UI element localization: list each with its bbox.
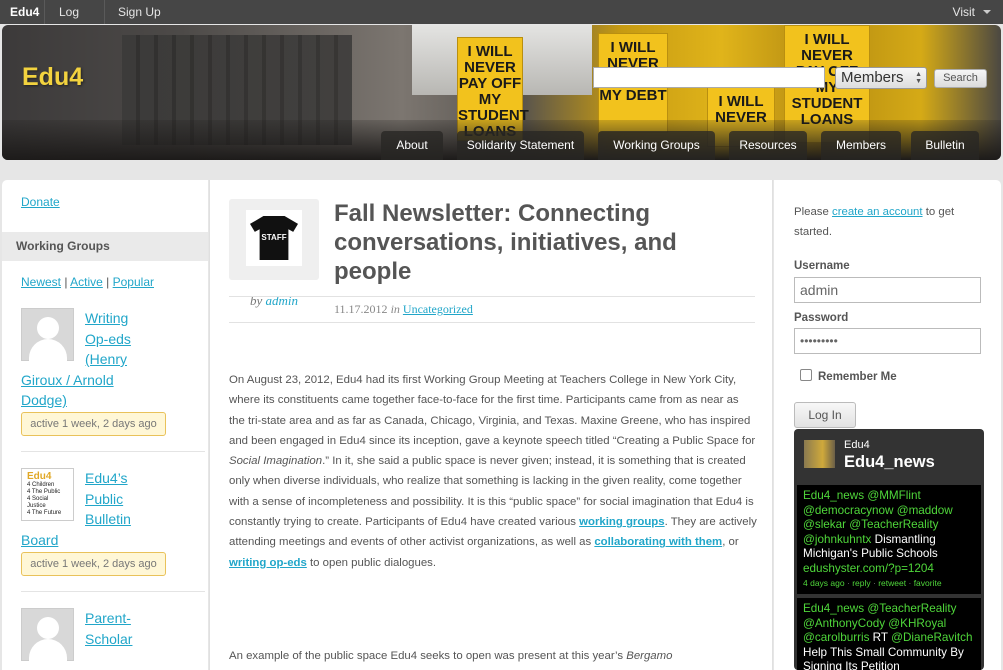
signup-link[interactable]: Sign Up <box>108 0 171 24</box>
post-text: On August 23, 2012, Edu4 had its first W… <box>229 374 755 447</box>
select-arrows-icon: ▲▼ <box>915 71 922 85</box>
nav-working-groups[interactable]: Working Groups <box>598 131 715 160</box>
twitter-widget: Edu4 Edu4_news Edu4_news @MMFlint @democ… <box>794 429 984 670</box>
visit-menu[interactable]: Visit <box>943 0 985 24</box>
password-label: Password <box>794 312 848 324</box>
tweet-favorite[interactable]: favorite <box>914 578 942 588</box>
admin-bar: Edu4 Log In Sign Up Visit <box>0 0 1003 24</box>
tweet-text: Help This Small Community By Signing Its… <box>803 646 964 670</box>
nav-resources[interactable]: Resources <box>729 131 807 160</box>
twitter-user: Edu4 <box>844 439 870 451</box>
divider <box>21 451 205 452</box>
group-title-line: Board <box>21 530 171 551</box>
post-date: 11.17.2012 <box>334 302 388 316</box>
group-filter: Newest | Active | Popular <box>21 275 154 289</box>
nav-bulletin[interactable]: Bulletin <box>911 131 979 160</box>
author-avatar[interactable]: STAFF <box>246 210 302 266</box>
group-title-line: Edu4’s <box>21 468 171 489</box>
group-title-link[interactable]: Edu4’s Public Bulletin Board <box>21 468 171 550</box>
group-title-line: Bulletin <box>21 509 171 530</box>
intro-text: Please <box>794 206 832 218</box>
login-button[interactable]: Log In <box>794 402 856 428</box>
group-title-link[interactable]: Writing Op-eds (Henry Giroux / Arnold Do… <box>21 308 171 411</box>
post-text: An example of the public space Edu4 seek… <box>229 650 626 662</box>
post-text-emphasis: Bergamo <box>626 650 672 662</box>
donate-link[interactable]: Donate <box>21 195 60 209</box>
right-sidebar: Please create an account to get started.… <box>774 180 1001 670</box>
admin-bar-brand[interactable]: Edu4 <box>0 0 49 24</box>
login-link[interactable]: Log In <box>44 0 105 24</box>
group-title-link[interactable]: Parent- Scholar <box>21 608 171 649</box>
remember-me-checkbox[interactable] <box>800 369 812 381</box>
post-paragraph: On August 23, 2012, Edu4 had its first W… <box>229 370 757 573</box>
site-title[interactable]: Edu4 <box>22 63 83 92</box>
remember-me-label[interactable]: Remember Me <box>818 371 897 383</box>
nav-solidarity-statement[interactable]: Solidarity Statement <box>457 131 584 160</box>
group-title-line: Op-eds <box>21 329 171 350</box>
twitter-name[interactable]: Edu4_news <box>844 453 935 472</box>
filter-popular[interactable]: Popular <box>113 275 154 289</box>
tweet-time[interactable]: 4 days ago <box>803 578 845 588</box>
divider <box>21 591 205 592</box>
group-title-line: Giroux / Arnold <box>21 370 171 391</box>
search-scope-select[interactable]: Members ▲▼ <box>835 67 927 89</box>
search-scope-value: Members <box>841 69 904 86</box>
login-intro: Please create an account to get started. <box>794 202 984 242</box>
main-content: STAFF by admin Fall Newsletter: Connecti… <box>209 180 773 670</box>
group-title-line: Scholar <box>21 629 171 650</box>
nav-members[interactable]: Members <box>821 131 901 160</box>
post-text: , or <box>722 536 738 548</box>
search-input[interactable] <box>593 67 825 88</box>
post-meta: 11.17.2012 in Uncategorized <box>334 302 473 317</box>
divider <box>229 296 755 297</box>
post-paragraph: An example of the public space Edu4 seek… <box>229 646 757 666</box>
staff-shirt-icon: STAFF <box>250 216 298 260</box>
tweet-reply[interactable]: reply <box>852 578 870 588</box>
left-sidebar: Donate Working Groups Newest | Active | … <box>2 180 208 670</box>
filter-newest[interactable]: Newest <box>21 275 61 289</box>
group-title-line: Public <box>21 489 171 510</box>
create-account-link[interactable]: create an account <box>832 206 923 218</box>
activity-badge: active 1 week, 2 days ago <box>21 552 166 576</box>
author-box: STAFF by admin <box>229 199 319 280</box>
group-title-line: Dodge) <box>21 390 171 411</box>
group-title-line: Parent- <box>21 608 171 629</box>
tweet-retweet[interactable]: retweet <box>878 578 906 588</box>
tweet: Edu4_news @TeacherReality @AnthonyCody @… <box>797 598 981 670</box>
filter-active[interactable]: Active <box>70 275 103 289</box>
working-groups-heading: Working Groups <box>2 232 208 261</box>
group-title-line: (Henry <box>21 349 171 370</box>
post-text: to open public dialogues. <box>307 557 436 569</box>
password-field[interactable]: ••••••••• <box>794 328 981 354</box>
tweet-rt: RT <box>869 631 891 644</box>
divider <box>229 322 755 323</box>
username-field[interactable]: admin <box>794 277 981 303</box>
tweet-meta: 4 days ago · reply · retweet · favorite <box>803 576 975 590</box>
tweet-handle[interactable]: @DianeRavitch <box>891 631 972 644</box>
writing-op-eds-link[interactable]: writing op-eds <box>229 557 307 569</box>
collaborating-link[interactable]: collaborating with them <box>594 536 722 548</box>
activity-badge: active 1 week, 2 days ago <box>21 412 166 436</box>
tweet-link[interactable]: edushyster.com/?p=1204 <box>803 562 975 577</box>
working-groups-link[interactable]: working groups <box>579 516 664 528</box>
category-link[interactable]: Uncategorized <box>403 302 473 316</box>
post-title[interactable]: Fall Newsletter: Connecting conversation… <box>334 199 754 286</box>
nav-about[interactable]: About <box>381 131 443 160</box>
tweet: Edu4_news @MMFlint @democracynow @maddow… <box>797 485 981 594</box>
username-label: Username <box>794 260 850 272</box>
twitter-avatar[interactable] <box>804 440 835 468</box>
group-title-line: Writing <box>21 308 171 329</box>
in-label: in <box>391 302 400 316</box>
search-button[interactable]: Search <box>934 69 987 88</box>
post-text-emphasis: Social Imagination <box>229 455 322 467</box>
